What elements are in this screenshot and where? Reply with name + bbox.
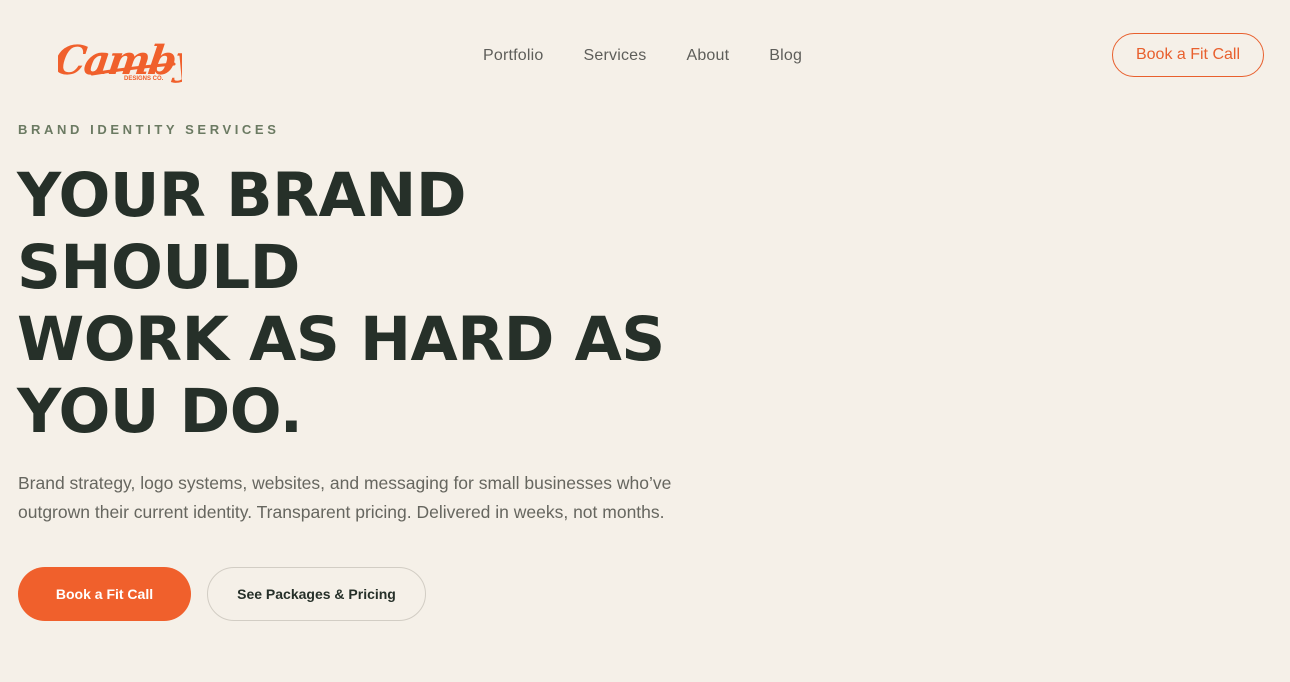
hero-headline: YOUR BRAND SHOULD WORK AS HARD AS YOU DO… (17, 160, 665, 448)
see-packages-button[interactable]: See Packages & Pricing (207, 567, 426, 621)
nav-portfolio[interactable]: Portfolio (483, 46, 544, 66)
hero-eyebrow: BRAND IDENTITY SERVICES (18, 122, 280, 137)
header-book-call-button[interactable]: Book a Fit Call (1112, 33, 1264, 77)
logo-script: Camby (58, 37, 182, 84)
main-nav: Portfolio Services About Blog (483, 46, 802, 66)
logo-subtitle: DESIGNS CO. (124, 76, 164, 82)
subcopy-line: outgrown their current identity. Transpa… (18, 502, 665, 522)
camby-logo[interactable]: Camby DESIGNS CO. (51, 22, 203, 88)
nav-services[interactable]: Services (584, 46, 647, 66)
headline-line: SHOULD (17, 232, 300, 303)
logo-mark: Camby DESIGNS CO. (51, 37, 203, 84)
nav-about[interactable]: About (686, 46, 729, 66)
subcopy-line: Brand strategy, logo systems, websites, … (18, 473, 672, 493)
landing-page: Camby DESIGNS CO. Portfolio Services Abo… (0, 0, 1290, 682)
headline-line: YOU DO. (17, 376, 303, 447)
headline-line: YOUR BRAND (17, 160, 466, 231)
headline-line: WORK AS HARD AS (17, 304, 665, 375)
book-fit-call-button[interactable]: Book a Fit Call (18, 567, 191, 621)
nav-blog[interactable]: Blog (769, 46, 802, 66)
hero-subcopy: Brand strategy, logo systems, websites, … (18, 469, 718, 527)
